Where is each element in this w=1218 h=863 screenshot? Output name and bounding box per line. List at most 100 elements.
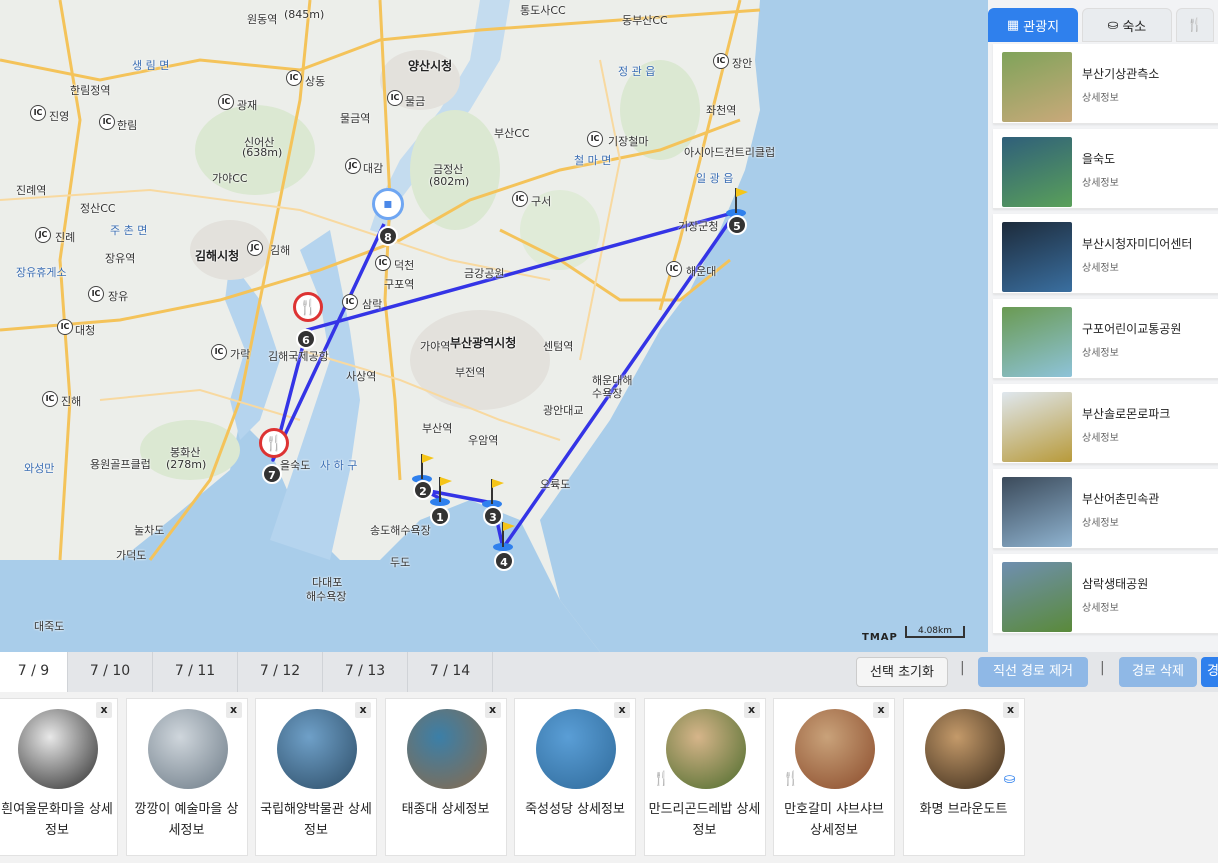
ic-icon: IC (375, 255, 391, 271)
route-marker[interactable]: 7 (262, 464, 282, 484)
place-photo (147, 709, 228, 789)
place-photo (536, 709, 616, 789)
remove-straight-route-button[interactable]: 직선 경로 제거 (978, 657, 1088, 687)
day-tab[interactable]: 7 / 12 (238, 652, 323, 692)
day-tab[interactable]: 7 / 9 (0, 652, 68, 692)
map-label: 구서 (531, 195, 552, 208)
map-label: (278m) (166, 458, 207, 471)
hotel-marker-icon[interactable]: ▪ (372, 188, 404, 220)
place-thumbnail (1002, 137, 1072, 207)
place-card[interactable]: 구포어린이교통공원 상세정보 (993, 299, 1218, 379)
place-card[interactable]: 부산어촌민속관 상세정보 (993, 469, 1218, 549)
flag-marker-icon[interactable] (430, 475, 454, 507)
bed-icon: ⛀ (1107, 17, 1119, 33)
itinerary-card[interactable]: x 태종대 상세정보 (384, 698, 507, 856)
more-button[interactable]: 경 (1201, 657, 1218, 687)
place-list-panel: ▦ 관광지 ⛀ 숙소 🍴 부산기상관측소 상세정보 을숙도 상세정보 부산시청자미디… (988, 0, 1218, 652)
map-label: 원동역 (247, 13, 278, 26)
route-marker[interactable]: 4 (494, 551, 514, 571)
restaurant-marker-icon[interactable]: 🍴 (259, 428, 289, 458)
place-detail-link[interactable]: 상세정보 (1082, 514, 1119, 529)
place-card[interactable]: 부산기상관측소 상세정보 (993, 44, 1218, 124)
place-detail-link[interactable]: 상세정보 (1082, 344, 1119, 359)
delete-route-button[interactable]: 경로 삭제 (1119, 657, 1197, 687)
place-card[interactable]: 을숙도 상세정보 (993, 129, 1218, 209)
remove-button[interactable]: x (614, 702, 630, 718)
map-label: 부산역 (422, 422, 453, 435)
itinerary-card[interactable]: x ⛀ 화명 브라운도트 (902, 698, 1025, 856)
remove-button[interactable]: x (873, 702, 889, 718)
place-card[interactable]: 부산솔로몬로파크 상세정보 (993, 384, 1218, 464)
map-label: 대청 (75, 324, 96, 337)
place-detail-link[interactable]: 상세정보 (1082, 429, 1119, 444)
remove-button[interactable]: x (96, 702, 112, 718)
map-label: 진례 (55, 231, 76, 244)
itinerary-card[interactable]: x 흰여울문화마을 상세정보 (0, 698, 118, 856)
route-marker[interactable]: 2 (413, 480, 433, 500)
map-label: 삼락 (362, 298, 383, 311)
map-label: 물금 (405, 95, 426, 108)
day-tab[interactable]: 7 / 13 (323, 652, 408, 692)
reset-selection-button[interactable]: 선택 초기화 (856, 657, 948, 687)
map-icon: ▦ (1006, 17, 1020, 33)
place-photo (406, 709, 487, 789)
map-label: 가야CC (212, 172, 248, 185)
map-scale: 4.08km (905, 626, 965, 638)
place-detail-link[interactable]: 상세정보 (1082, 89, 1119, 104)
restaurant-marker-icon[interactable]: 🍴 (293, 292, 323, 322)
separator: | (1100, 660, 1105, 676)
tmap-logo: TMAP (862, 632, 898, 643)
map-label: 철 마 면 (574, 154, 612, 167)
fork-knife-icon: 🍴 (652, 771, 670, 787)
map-label: 기장철마 (608, 135, 649, 148)
tab-lodging[interactable]: ⛀ 숙소 (1081, 8, 1172, 42)
map-label: 상동 (305, 75, 326, 88)
ic-icon: IC (666, 261, 682, 277)
place-card[interactable]: 삼락생태공원 상세정보 (993, 554, 1218, 634)
place-detail-link[interactable]: 상세정보 (1082, 174, 1119, 189)
place-title: 을숙도 (1082, 152, 1116, 166)
day-tab[interactable]: 7 / 10 (68, 652, 153, 692)
remove-button[interactable]: x (225, 702, 242, 718)
route-marker[interactable]: 1 (430, 506, 450, 526)
fork-knife-icon: 🍴 (782, 771, 800, 787)
place-detail-link[interactable]: 상세정보 (1082, 599, 1119, 614)
map-label: 우암역 (468, 434, 499, 447)
route-marker[interactable]: 3 (483, 506, 503, 526)
map-label: 김해시청 (195, 249, 240, 263)
itinerary-card[interactable]: x 🍴 만호갈미 샤브샤브 상세정보 (773, 698, 895, 856)
flag-marker-icon[interactable] (726, 186, 750, 218)
map-label: 용원골프클럽 (90, 458, 151, 471)
place-title: 부산솔로몬로파크 (1082, 407, 1171, 421)
route-marker[interactable]: 8 (378, 226, 398, 246)
ic-icon: IC (88, 286, 104, 302)
bed-icon: ⛀ (1003, 771, 1016, 787)
route-marker[interactable]: 6 (296, 329, 316, 349)
ic-icon: IC (211, 344, 227, 360)
day-tab[interactable]: 7 / 11 (153, 652, 238, 692)
map-label: 가야역 (420, 340, 451, 353)
itinerary-card[interactable]: x 🍴 만드리곤드레밥 상세정보 (643, 698, 766, 856)
map-label: 한림 (117, 119, 138, 132)
ic-icon: IC (387, 90, 403, 106)
itinerary-card[interactable]: x 깡깡이 예술마을 상세정보 (125, 698, 248, 856)
tab-sights[interactable]: ▦ 관광지 (988, 8, 1078, 42)
map-label: 을숙도 (280, 459, 311, 472)
place-detail-link[interactable]: 상세정보 (1082, 259, 1119, 274)
map-label: 장유역 (105, 252, 136, 265)
day-tab[interactable]: 7 / 14 (408, 652, 493, 692)
remove-button[interactable]: x (355, 702, 371, 718)
remove-button[interactable]: x (1002, 702, 1019, 718)
itinerary-card[interactable]: x 죽성성당 상세정보 (514, 698, 636, 856)
flag-marker-icon[interactable] (482, 477, 506, 509)
map-label: 가락 (230, 348, 251, 361)
map-view[interactable]: 원동역 (845m) 통도사CC 동부산CC 양산시청 물금 물금역 상동 광재… (0, 0, 988, 652)
route-marker[interactable]: 5 (727, 215, 747, 235)
tab-food[interactable]: 🍴 (1175, 8, 1214, 42)
place-card[interactable]: 부산시청자미디어센터 상세정보 (993, 214, 1218, 294)
itinerary-card[interactable]: x 국립해양박물관 상세정보 (255, 698, 377, 856)
map-label: 진례역 (16, 184, 47, 197)
map-label: 오륙도 (540, 478, 571, 491)
remove-button[interactable]: x (743, 702, 760, 718)
remove-button[interactable]: x (484, 702, 501, 718)
